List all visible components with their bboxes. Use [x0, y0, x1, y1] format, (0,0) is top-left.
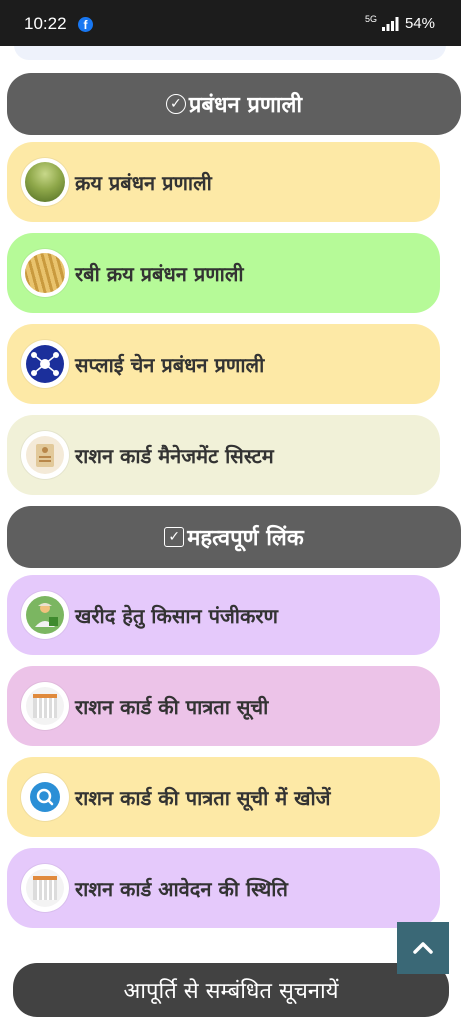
- section-title: महत्वपूर्ण लिंक: [187, 526, 304, 551]
- check-circle-icon: ✓: [165, 94, 186, 114]
- card-eligibility-list[interactable]: राशन कार्ड की पात्रता सूची: [7, 666, 440, 746]
- card-label: सप्लाई चेन प्रबंधन प्रणाली: [75, 352, 265, 377]
- section-header-management-system: ✓ प्रबंधन प्रणाली: [7, 73, 461, 135]
- section-title: प्रबंधन प्रणाली: [188, 93, 303, 118]
- card-label: राशन कार्ड की पात्रता सूची: [75, 694, 269, 719]
- chevron-up-icon: [413, 942, 433, 954]
- card-ration-card-management[interactable]: राशन कार्ड मैनेजमेंट सिस्टम: [7, 415, 440, 495]
- card-rabi-procurement-system[interactable]: रबी क्रय प्रबंधन प्रणाली: [7, 233, 440, 313]
- signal-icon: [382, 17, 399, 31]
- supply-notices-button[interactable]: आपूर्ति से सम्बंधित सूचनायें: [13, 963, 449, 1017]
- card-supply-chain-system[interactable]: सप्लाई चेन प्रबंधन प्रणाली: [7, 324, 440, 404]
- document-list-icon: [21, 682, 69, 730]
- card-label: राशन कार्ड मैनेजमेंट सिस्टम: [75, 443, 274, 468]
- network-globe-icon: [21, 340, 69, 388]
- ration-card-icon: [21, 431, 69, 479]
- card-procurement-system[interactable]: क्रय प्रबंधन प्रणाली: [7, 142, 440, 222]
- supply-notices-label: आपूर्ति से सम्बंधित सूचनायें: [123, 979, 339, 1004]
- network-type: 5G: [364, 14, 377, 24]
- card-label: राशन कार्ड आवेदन की स्थिति: [75, 876, 288, 901]
- card-application-status[interactable]: राशन कार्ड आवेदन की स्थिति: [7, 848, 440, 928]
- card-label: राशन कार्ड की पात्रता सूची में खोजें: [75, 785, 331, 810]
- status-time: 10:22: [24, 14, 67, 33]
- wheat-icon: [21, 249, 69, 297]
- facebook-icon: f: [78, 17, 93, 32]
- section-header-important-links: ✓ महत्वपूर्ण लिंक: [7, 506, 461, 568]
- scroll-to-top-button[interactable]: [397, 922, 449, 974]
- battery-level: 54%: [404, 15, 435, 32]
- card-label: रबी क्रय प्रबंधन प्रणाली: [75, 261, 244, 286]
- card-search-eligibility-list[interactable]: राशन कार्ड की पात्रता सूची में खोजें: [7, 757, 440, 837]
- card-label: खरीद हेतु किसान पंजीकरण: [75, 603, 278, 628]
- card-label: क्रय प्रबंधन प्रणाली: [75, 170, 212, 195]
- check-square-icon: ✓: [164, 527, 185, 547]
- paddy-field-icon: [21, 158, 69, 206]
- search-icon: [21, 773, 69, 821]
- card-farmer-registration[interactable]: खरीद हेतु किसान पंजीकरण: [7, 575, 440, 655]
- status-bar: 10:22 f 5G 54%: [0, 0, 461, 46]
- document-list-icon: [21, 864, 69, 912]
- farmer-icon: [21, 591, 69, 639]
